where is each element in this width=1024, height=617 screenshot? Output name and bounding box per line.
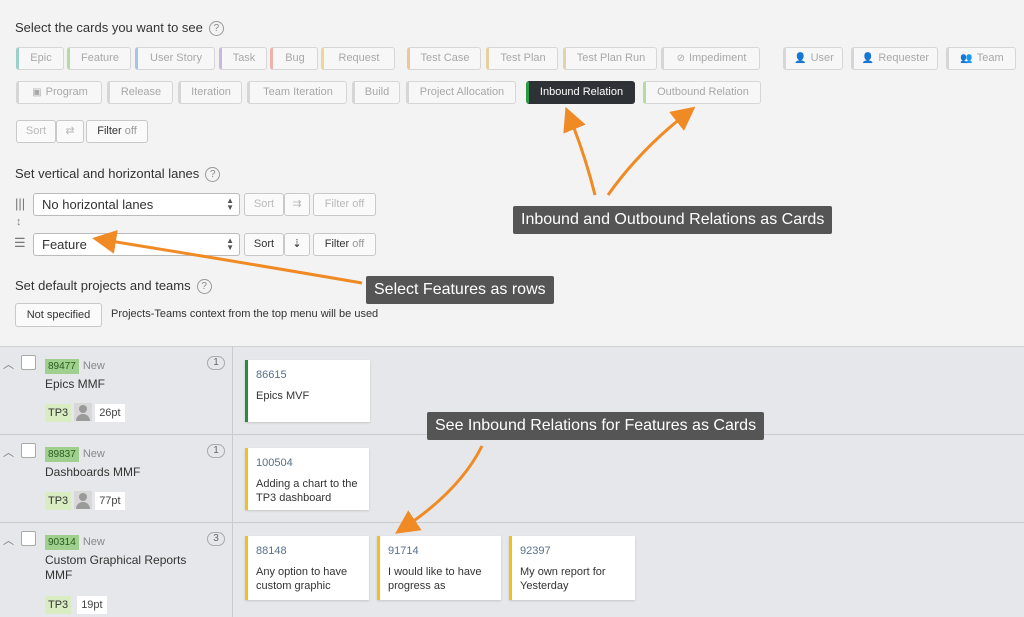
arrow-to-inbound — [563, 106, 597, 196]
annotation-arrows — [92, 106, 696, 534]
arrow-to-cards — [395, 445, 484, 534]
arrow-to-outbound — [606, 106, 696, 196]
arrow-to-feature-select — [92, 230, 363, 285]
